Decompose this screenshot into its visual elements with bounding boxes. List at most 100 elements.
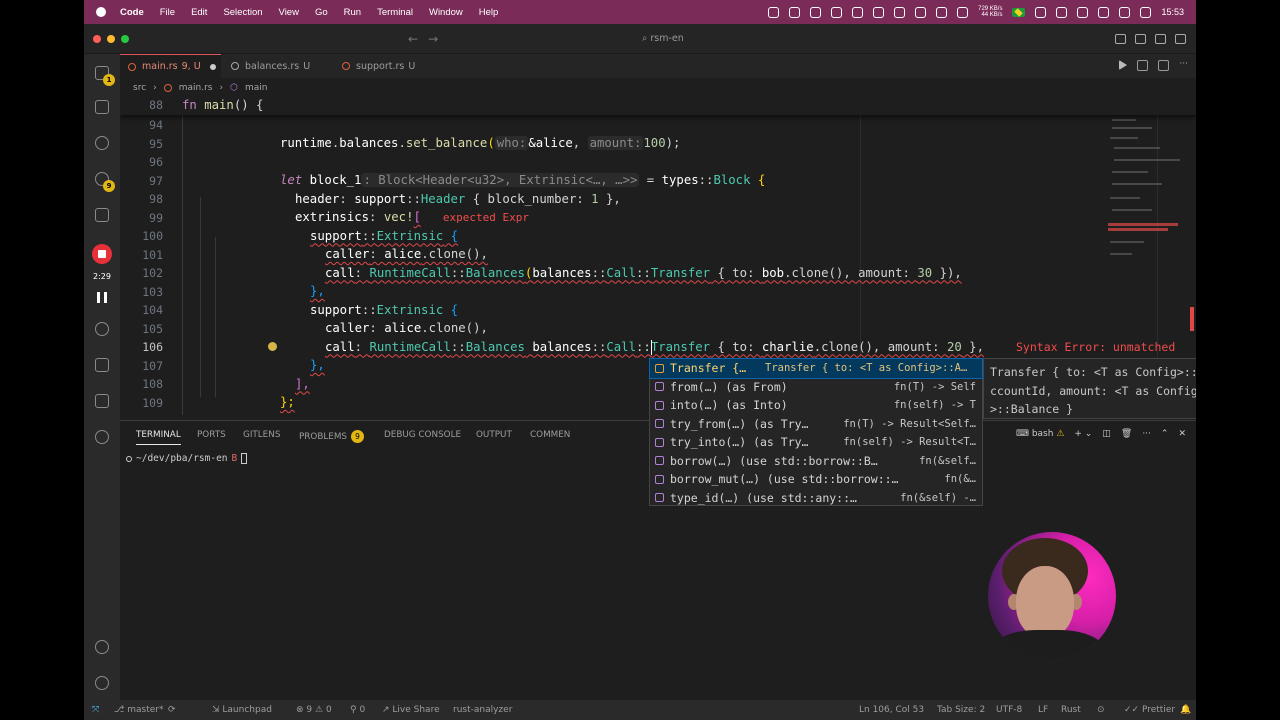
bluetooth-icon[interactable] bbox=[1077, 6, 1089, 18]
zoom-window-button[interactable] bbox=[121, 35, 129, 43]
cloud-icon[interactable] bbox=[894, 6, 906, 18]
tab-size[interactable]: Tab Size: 2 bbox=[937, 705, 985, 715]
tab-balances-rs[interactable]: balances.rs U bbox=[223, 54, 331, 78]
menu-run[interactable]: Run bbox=[344, 7, 361, 18]
command-center-search[interactable]: ⌕ rsm-en bbox=[642, 33, 684, 44]
more-actions-icon[interactable]: ··· bbox=[1179, 60, 1188, 71]
live-share-item[interactable]: ↗ Live Share bbox=[382, 705, 440, 715]
compass-icon[interactable] bbox=[873, 6, 885, 18]
toggle-sidebar-icon[interactable] bbox=[1115, 34, 1126, 44]
suggestion-item[interactable]: type_id(…) (use std::any::… fn(&self) -… bbox=[650, 489, 982, 508]
settings-gear-icon[interactable] bbox=[93, 674, 111, 692]
suggestion-item[interactable]: try_into(…) (as Try… fn(self) -> Result<T… bbox=[650, 433, 982, 452]
play-icon[interactable] bbox=[915, 6, 927, 18]
window-icon[interactable] bbox=[789, 6, 801, 18]
suggestion-item[interactable]: borrow(…) (use std::borrow::B… fn(&self… bbox=[650, 452, 982, 471]
launchpad-item[interactable]: ⇲ Launchpad bbox=[212, 705, 272, 715]
brazil-flag-icon[interactable] bbox=[1012, 7, 1026, 17]
line-ending[interactable]: LF bbox=[1038, 705, 1048, 715]
suggestion-item[interactable]: from(…) (as From) fn(T) -> Self bbox=[650, 378, 982, 397]
prettier-item[interactable]: ✓✓ Prettier bbox=[1124, 705, 1175, 715]
compare-icon[interactable] bbox=[1137, 60, 1149, 71]
cursor-position[interactable]: Ln 106, Col 53 bbox=[859, 705, 924, 715]
clock[interactable]: 15:53 bbox=[1161, 7, 1184, 17]
trash-icon[interactable]: 🗑 bbox=[1121, 429, 1132, 439]
ports-indicator[interactable]: ⚲ 0 bbox=[350, 705, 365, 715]
rust-analyzer-status[interactable]: rust-analyzer bbox=[453, 705, 512, 715]
tab-terminal[interactable]: TERMINAL bbox=[136, 430, 181, 445]
control-center-icon[interactable] bbox=[1098, 6, 1110, 18]
menu-terminal[interactable]: Terminal bbox=[377, 7, 413, 18]
notifications-bell-icon[interactable]: 🔔 bbox=[1180, 705, 1191, 715]
close-panel-icon[interactable]: ✕ bbox=[1178, 429, 1186, 439]
tab-comments[interactable]: COMMEN bbox=[530, 430, 570, 440]
source-control-icon[interactable]: 9 bbox=[93, 170, 115, 192]
account-icon[interactable] bbox=[93, 638, 111, 656]
forward-arrow-icon[interactable]: → bbox=[428, 32, 448, 46]
source-control-view-icon[interactable] bbox=[93, 98, 111, 116]
run-icon[interactable] bbox=[1119, 60, 1128, 70]
breadcrumb-symbol[interactable]: main bbox=[245, 83, 268, 93]
tab-debug-console[interactable]: DEBUG CONSOLE bbox=[384, 430, 461, 440]
breadcrumb-folder[interactable]: src bbox=[133, 83, 146, 93]
screen-share-icon[interactable] bbox=[852, 6, 864, 18]
explorer-icon[interactable]: 1 bbox=[93, 64, 115, 86]
search-icon[interactable] bbox=[1119, 6, 1131, 18]
breadcrumb-file[interactable]: main.rs bbox=[179, 83, 213, 93]
suggestion-item[interactable]: borrow_mut(…) (use std::borrow::… fn(&… bbox=[650, 470, 982, 489]
tab-ports[interactable]: PORTS bbox=[197, 430, 226, 440]
gear-icon[interactable] bbox=[768, 6, 780, 18]
copilot-icon[interactable]: ⊙ bbox=[1097, 705, 1105, 715]
remote-indicator-icon[interactable]: ⤧ bbox=[92, 705, 99, 715]
menu-window[interactable]: Window bbox=[429, 7, 463, 18]
menu-edit[interactable]: Edit bbox=[191, 7, 207, 18]
toggle-panel-icon[interactable] bbox=[1135, 34, 1146, 44]
search-icon[interactable] bbox=[93, 134, 111, 152]
menu-go[interactable]: Go bbox=[315, 7, 328, 18]
wifi-icon[interactable] bbox=[1056, 6, 1068, 18]
remote-explorer-icon[interactable] bbox=[93, 392, 111, 410]
customize-layout-icon[interactable] bbox=[1175, 34, 1186, 44]
shield-icon[interactable] bbox=[810, 6, 822, 18]
tab-output[interactable]: OUTPUT bbox=[476, 430, 512, 440]
split-terminal-icon[interactable]: ◫ bbox=[1102, 429, 1111, 439]
terminal-prompt[interactable]: ~/dev/pba/rsm-en B bbox=[126, 453, 248, 464]
menu-selection[interactable]: Selection bbox=[223, 7, 262, 18]
run-debug-icon[interactable] bbox=[93, 206, 111, 224]
split-editor-icon[interactable] bbox=[1158, 60, 1170, 71]
tab-problems[interactable]: PROBLEMS 9 bbox=[299, 430, 365, 443]
menu-help[interactable]: Help bbox=[479, 7, 499, 18]
record-icon[interactable] bbox=[936, 6, 948, 18]
branch-indicator[interactable]: ⎇ master* bbox=[114, 705, 163, 715]
minimize-window-button[interactable] bbox=[107, 35, 115, 43]
unsaved-dot-icon[interactable] bbox=[209, 63, 216, 70]
toggle-secondary-sidebar-icon[interactable] bbox=[1155, 34, 1166, 44]
menu-file[interactable]: File bbox=[160, 7, 175, 18]
terminal-shell-selector[interactable]: ⌨ bash ⚠ bbox=[1016, 429, 1064, 439]
tab-gitlens[interactable]: GITLENS bbox=[243, 430, 280, 440]
suggestion-item[interactable]: Transfer {… Transfer { to: <T as Config>:… bbox=[649, 358, 983, 379]
stop-recording-button[interactable] bbox=[92, 244, 112, 264]
problems-indicator[interactable]: ⊗ 9 ⚠ 0 bbox=[296, 705, 332, 715]
home-icon[interactable] bbox=[831, 6, 843, 18]
file-encoding[interactable]: UTF-8 bbox=[996, 705, 1022, 715]
close-window-button[interactable] bbox=[93, 35, 101, 43]
more-icon[interactable]: ··· bbox=[1142, 429, 1151, 439]
sticky-scroll[interactable]: 88 fn main() { bbox=[120, 97, 1196, 115]
menu-app-name[interactable]: Code bbox=[120, 7, 144, 18]
back-arrow-icon[interactable]: ← bbox=[408, 32, 428, 46]
pause-recording-icon[interactable] bbox=[97, 292, 107, 303]
gitlens-icon[interactable] bbox=[93, 320, 111, 338]
menu-view[interactable]: View bbox=[279, 7, 299, 18]
extensions-icon[interactable] bbox=[93, 356, 111, 374]
suggestion-item[interactable]: into(…) (as Into) fn(self) -> T bbox=[650, 396, 982, 415]
suggestion-item[interactable]: try_from(…) (as Try… fn(T) -> Result<Self… bbox=[650, 415, 982, 434]
apple-icon[interactable] bbox=[96, 7, 106, 17]
arrows-icon[interactable] bbox=[957, 6, 969, 18]
live-share-icon[interactable] bbox=[93, 428, 111, 446]
battery-icon[interactable] bbox=[1035, 6, 1047, 18]
maximize-panel-icon[interactable]: ⌃ bbox=[1161, 429, 1169, 439]
tab-main-rs[interactable]: main.rs 9, U bbox=[120, 54, 221, 78]
calendar-icon[interactable] bbox=[1140, 6, 1152, 18]
sync-icon[interactable]: ⟳ bbox=[168, 705, 176, 715]
